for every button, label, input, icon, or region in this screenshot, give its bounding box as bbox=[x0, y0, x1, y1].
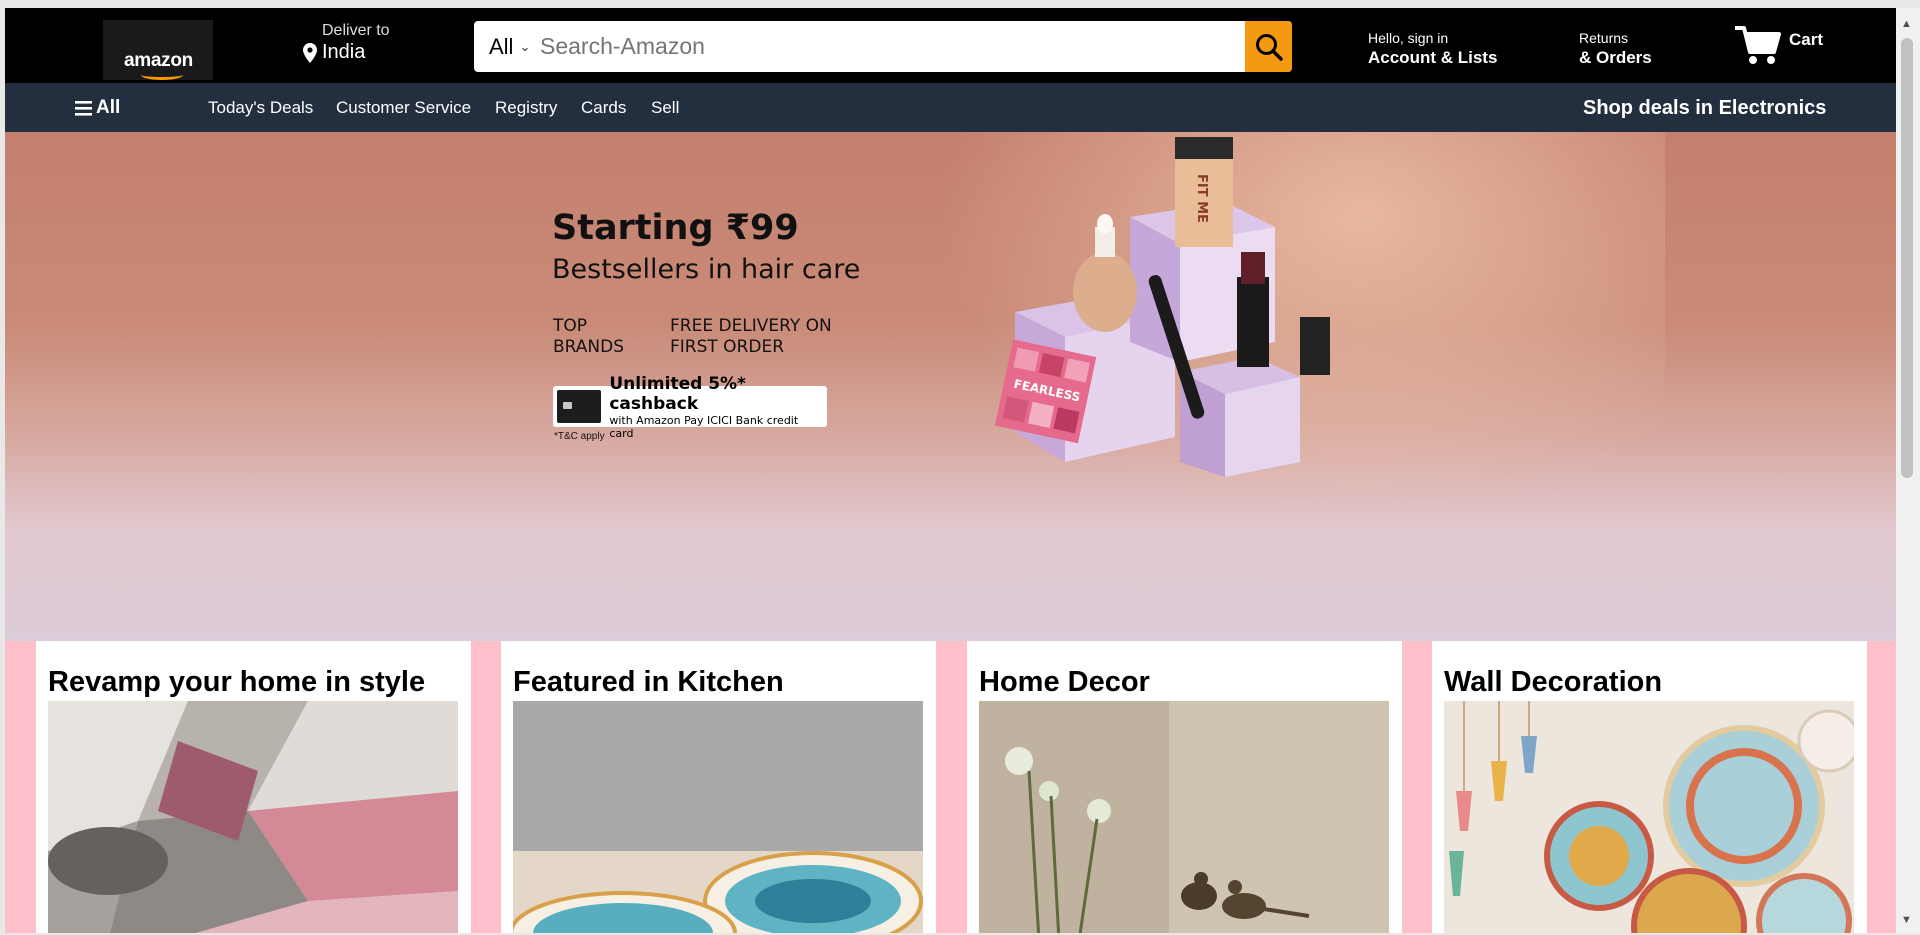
header-bar: amazon Deliver to India All ⌄ Search-Ama… bbox=[5, 8, 1896, 83]
wall-plates-image bbox=[1444, 701, 1854, 933]
search-icon bbox=[1255, 33, 1283, 61]
card-image-rug[interactable] bbox=[48, 701, 458, 933]
cart-button[interactable]: Cart bbox=[1735, 24, 1823, 66]
location-pin-icon bbox=[303, 42, 317, 63]
cart-label: Cart bbox=[1789, 30, 1824, 49]
hero-feature-free-delivery: FREE DELIVERY ON FIRST ORDER bbox=[670, 316, 832, 357]
category-card[interactable]: Wall Decoration bbox=[1432, 641, 1867, 933]
amazon-logo[interactable]: amazon bbox=[103, 20, 213, 80]
search-button[interactable] bbox=[1245, 21, 1292, 72]
decor-image bbox=[979, 701, 1389, 933]
card-image-home-decor[interactable] bbox=[979, 701, 1389, 933]
search-bar: All ⌄ bbox=[474, 21, 1292, 72]
all-menu-button[interactable]: All bbox=[75, 97, 120, 119]
cashback-title: Unlimited 5%* cashback bbox=[609, 373, 746, 414]
cashback-badge: Unlimited 5%* cashback with Amazon Pay I… bbox=[553, 374, 827, 440]
category-card[interactable]: Featured in Kitchen bbox=[501, 641, 936, 933]
secondary-nav: All Today's Deals Customer Service Regis… bbox=[5, 83, 1896, 132]
hero-feature-top-brands: TOP BRANDS bbox=[553, 316, 625, 357]
returns-label: Returns bbox=[1579, 30, 1629, 46]
card-title: Home Decor bbox=[979, 666, 1150, 698]
nav-link-customer-service[interactable]: Customer Service bbox=[336, 98, 471, 118]
cart-icon bbox=[1735, 26, 1781, 64]
hero-banner[interactable]: Starting ₹99 Bestsellers in hair care TO… bbox=[5, 132, 1896, 641]
nav-link-cards[interactable]: Cards bbox=[581, 98, 626, 118]
fitme-product-text: FIT ME bbox=[1194, 174, 1209, 223]
page-scrollbar[interactable]: ▲ ▼ bbox=[1896, 8, 1920, 933]
all-menu-label: All bbox=[96, 97, 121, 118]
deliver-to-label: Deliver to bbox=[322, 22, 390, 39]
nav-link-sell[interactable]: Sell bbox=[651, 98, 679, 118]
card-title: Wall Decoration bbox=[1444, 666, 1663, 698]
card-title: Featured in Kitchen bbox=[513, 666, 784, 698]
category-card[interactable]: Home Decor bbox=[967, 641, 1402, 933]
terms-note: *T&C apply bbox=[554, 431, 605, 442]
returns-orders[interactable]: Returns & Orders bbox=[1579, 30, 1652, 68]
account-greeting: Hello, sign in bbox=[1368, 30, 1449, 46]
cashback-subtitle: with Amazon Pay ICICI Bank credit card bbox=[609, 413, 799, 440]
browser-viewport: amazon Deliver to India All ⌄ Search-Ama… bbox=[5, 8, 1896, 933]
nav-link-registry[interactable]: Registry bbox=[495, 98, 557, 118]
card-title: Revamp your home in style bbox=[48, 666, 426, 698]
hamburger-icon bbox=[75, 100, 92, 116]
scroll-up-arrow-icon[interactable]: ▲ bbox=[1901, 18, 1912, 30]
nav-promo-electronics[interactable]: Shop deals in Electronics bbox=[1583, 97, 1826, 120]
card-image-wall-decoration[interactable] bbox=[1444, 701, 1854, 933]
card-image-kitchen-bowls[interactable] bbox=[513, 701, 923, 933]
bowls-image bbox=[513, 701, 923, 933]
deliver-to-location: India bbox=[322, 41, 366, 63]
chevron-down-icon: ⌄ bbox=[519, 38, 531, 54]
hero-subheadline: Bestsellers in hair care bbox=[552, 254, 861, 285]
category-card[interactable]: Revamp your home in style bbox=[36, 641, 471, 933]
orders-label: & Orders bbox=[1579, 48, 1652, 67]
credit-card-image bbox=[557, 390, 602, 423]
account-lists-label: Account & Lists bbox=[1368, 48, 1498, 67]
search-department-select[interactable]: All ⌄ bbox=[474, 21, 540, 72]
deliver-to[interactable]: Deliver to India bbox=[303, 22, 390, 64]
nav-link-todays-deals[interactable]: Today's Deals bbox=[208, 98, 313, 118]
hero-headline: Starting ₹99 bbox=[552, 208, 799, 248]
rug-image bbox=[48, 701, 458, 933]
logo-smile-icon bbox=[141, 70, 183, 80]
logo-wordmark: amazon bbox=[124, 50, 193, 71]
search-input[interactable] bbox=[540, 21, 1245, 72]
account-lists[interactable]: Hello, sign in Account & Lists bbox=[1368, 30, 1497, 68]
scrollbar-thumb[interactable] bbox=[1901, 38, 1913, 478]
scroll-down-arrow-icon[interactable]: ▼ bbox=[1901, 914, 1912, 926]
cosmetics-product-image: FIT ME FEARLESS bbox=[994, 137, 1330, 477]
search-department-label: All bbox=[489, 33, 514, 59]
